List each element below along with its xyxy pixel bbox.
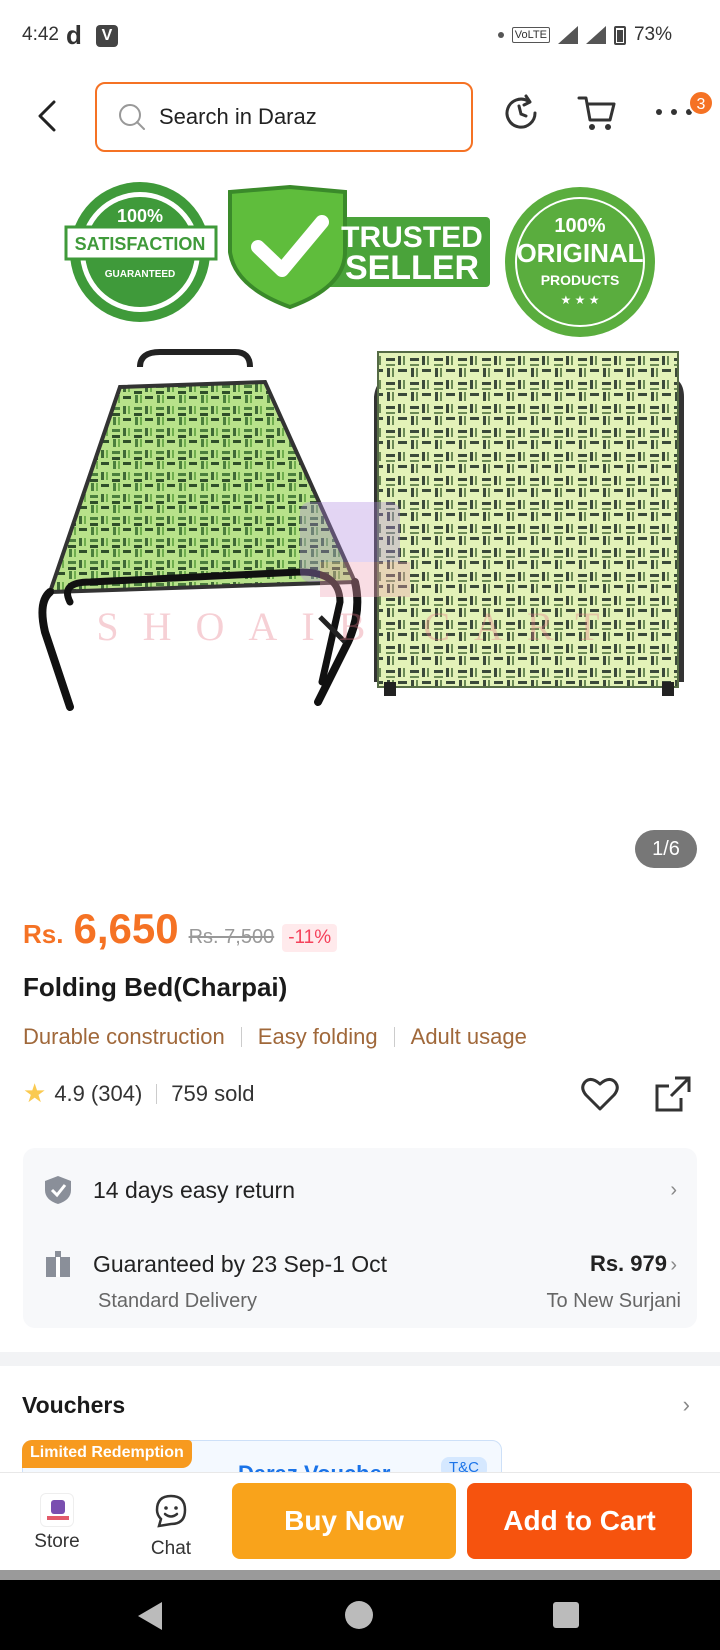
return-policy-text: 14 days easy return xyxy=(93,1176,296,1203)
seller-watermark-text: SHOAIB CART xyxy=(96,604,623,649)
original-badge-main: ORIGINAL xyxy=(516,238,643,268)
service-card: 14 days easy return › Guaranteed by 23 S… xyxy=(23,1148,697,1328)
status-bar: 4:42 d V VoLTE 73% xyxy=(0,0,720,72)
vouchers-title[interactable]: Vouchers xyxy=(22,1392,125,1419)
more-dot xyxy=(656,109,662,115)
delivery-fee: Rs. 979 xyxy=(589,1251,667,1276)
system-navigation-bar xyxy=(0,1580,720,1650)
signal-icon xyxy=(557,26,578,44)
review-count: (304) xyxy=(90,1080,143,1106)
system-home-icon[interactable] xyxy=(345,1601,373,1629)
chat-button[interactable]: Chat xyxy=(136,1493,206,1560)
tag-item: Durable construction xyxy=(23,1024,225,1049)
product-image-carousel[interactable]: 100% SATISFACTION GUARANTEED TRUSTED SEL… xyxy=(0,162,720,882)
sold-count: 759 sold xyxy=(171,1080,255,1106)
tag-item: Easy folding xyxy=(257,1024,378,1049)
return-policy-row[interactable]: 14 days easy return › xyxy=(43,1170,677,1210)
rating-row[interactable]: ★ 4.9 (304) 759 sold xyxy=(23,1078,254,1109)
buy-now-button[interactable]: Buy Now xyxy=(232,1483,456,1559)
delivery-box-icon xyxy=(46,1251,70,1277)
more-dot xyxy=(671,109,677,115)
original-badge-top: 100% xyxy=(554,215,605,237)
store-logo-icon xyxy=(40,1493,74,1527)
volte-icon: VoLTE xyxy=(511,27,550,43)
original-products-badge-icon: 100% ORIGINAL PRODUCTS ★ ★ ★ xyxy=(505,187,655,337)
status-time: 4:42 xyxy=(22,24,59,45)
rating-value: 4.9 xyxy=(54,1080,85,1106)
battery-level: 73% xyxy=(633,24,672,45)
top-nav: Search in Daraz xyxy=(0,72,720,162)
signal-icon-2 xyxy=(585,26,606,44)
price-row: Rs. 6,650 Rs. 7,500 -11% xyxy=(23,905,338,953)
notification-badge: 3 xyxy=(688,90,714,116)
trusted-seller-line2: SELLER xyxy=(345,249,479,287)
satisfaction-badge-top: 100% xyxy=(117,206,163,226)
product-tags: Durable construction Easy folding Adult … xyxy=(23,1024,527,1050)
share-icon[interactable] xyxy=(653,1074,693,1114)
satisfaction-badge-sub: GUARANTEED xyxy=(105,269,176,280)
limited-redemption-badge: Limited Redemption xyxy=(22,1440,192,1468)
status-right: VoLTE 73% xyxy=(497,24,672,46)
daraz-notification-icon: d xyxy=(66,20,82,50)
tag-divider xyxy=(393,1027,395,1047)
product-image: 100% SATISFACTION GUARANTEED TRUSTED SEL… xyxy=(38,182,684,711)
delivery-row[interactable]: Guaranteed by 23 Sep-1 Oct xyxy=(43,1244,677,1284)
system-recents-icon[interactable] xyxy=(553,1602,579,1628)
store-button[interactable]: Store xyxy=(22,1493,92,1553)
satisfaction-badge-icon: 100% SATISFACTION GUARANTEED xyxy=(64,182,218,322)
add-to-cart-button[interactable]: Add to Cart xyxy=(467,1483,692,1559)
notification-dot-icon xyxy=(497,32,504,38)
section-divider xyxy=(0,1352,720,1366)
original-price: Rs. 7,500 xyxy=(188,926,275,948)
price-value: 6,650 xyxy=(73,905,179,952)
trusted-seller-badge-icon: TRUSTED SELLER xyxy=(228,184,490,310)
image-counter: 1/6 xyxy=(635,830,697,868)
search-placeholder: Search in Daraz xyxy=(159,104,317,129)
tag-divider xyxy=(240,1027,242,1047)
tag-item: Adult usage xyxy=(410,1024,527,1049)
chevron-right-icon: › xyxy=(670,1254,677,1276)
shield-check-icon xyxy=(45,1176,71,1204)
original-badge-sub: PRODUCTS xyxy=(541,272,620,288)
search-icon xyxy=(119,104,145,130)
rating-divider xyxy=(156,1083,158,1104)
product-title: Folding Bed(Charpai) xyxy=(23,972,288,1002)
battery-icon xyxy=(613,25,626,45)
star-icon: ★ xyxy=(23,1078,47,1108)
more-options-icon[interactable] xyxy=(656,102,692,122)
chat-icon xyxy=(155,1494,187,1528)
search-input[interactable]: Search in Daraz xyxy=(95,82,473,152)
discount-badge: -11% xyxy=(282,924,338,952)
delivery-type: Standard Delivery xyxy=(98,1290,257,1312)
history-icon[interactable] xyxy=(500,92,542,134)
wishlist-heart-icon[interactable] xyxy=(580,1075,620,1113)
bottom-strip xyxy=(0,1570,720,1580)
system-back-icon[interactable] xyxy=(138,1602,162,1630)
store-label: Store xyxy=(34,1531,80,1552)
bottom-action-bar: Store Chat Buy Now Add to Cart xyxy=(0,1472,720,1570)
chevron-right-icon[interactable]: › xyxy=(683,1392,690,1418)
satisfaction-badge-main: SATISFACTION xyxy=(75,234,206,254)
chevron-right-icon: › xyxy=(670,1178,677,1201)
v-notification-icon: V xyxy=(96,25,118,47)
svg-text:★ ★ ★: ★ ★ ★ xyxy=(561,293,600,307)
delivery-estimate: Guaranteed by 23 Sep-1 Oct xyxy=(93,1250,388,1277)
cart-icon[interactable] xyxy=(576,92,618,134)
delivery-location[interactable]: To New Surjani xyxy=(546,1290,681,1313)
price-currency: Rs. xyxy=(23,919,64,949)
back-icon[interactable] xyxy=(30,94,70,138)
chat-label: Chat xyxy=(150,1538,192,1559)
